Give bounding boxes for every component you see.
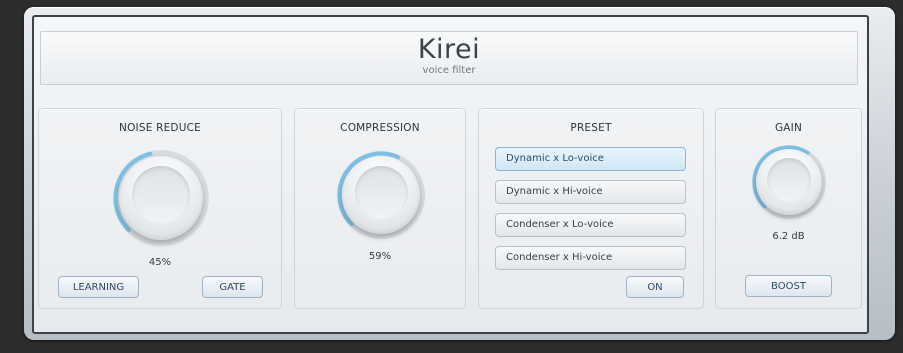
preset-title: PRESET — [570, 122, 612, 134]
compression-knob[interactable] — [337, 151, 425, 239]
knob-cap — [354, 165, 408, 219]
learning-button[interactable]: LEARNING — [58, 276, 139, 298]
gain-title: GAIN — [774, 122, 803, 134]
noise-reduce-panel: NOISE REDUCE 45% LEARNING GATE — [38, 108, 282, 309]
app-subtitle: voice filter — [422, 65, 476, 76]
compression-panel: COMPRESSION 59% — [294, 108, 466, 309]
noise-reduce-title: NOISE REDUCE — [119, 122, 201, 134]
preset-item-condenser-lo[interactable]: Condenser x Lo-voice — [495, 213, 686, 237]
gain-panel: GAIN 6.2 dB BOOST — [715, 108, 862, 309]
compression-title: COMPRESSION — [340, 122, 420, 134]
knob-cap — [767, 157, 811, 202]
boost-button[interactable]: BOOST — [745, 275, 832, 297]
noise-reduce-value: 45% — [148, 257, 172, 268]
knob-cap — [132, 166, 190, 225]
preset-panel: PRESET Dynamic x Lo-voice Dynamic x Hi-v… — [478, 108, 704, 309]
compression-value: 59% — [368, 251, 392, 262]
gate-button[interactable]: GATE — [202, 276, 263, 298]
noise-reduce-knob[interactable] — [113, 150, 209, 246]
app-title: Kirei — [417, 34, 481, 65]
gain-value: 6.2 dB — [772, 231, 805, 242]
preset-item-dynamic-hi[interactable]: Dynamic x Hi-voice — [495, 180, 686, 204]
preset-item-condenser-hi[interactable]: Condenser x Hi-voice — [495, 246, 686, 270]
preset-on-button[interactable]: ON — [626, 276, 684, 298]
gain-knob[interactable] — [752, 145, 826, 219]
preset-item-dynamic-lo[interactable]: Dynamic x Lo-voice — [495, 147, 686, 171]
title-bar: Kirei voice filter — [40, 31, 858, 85]
